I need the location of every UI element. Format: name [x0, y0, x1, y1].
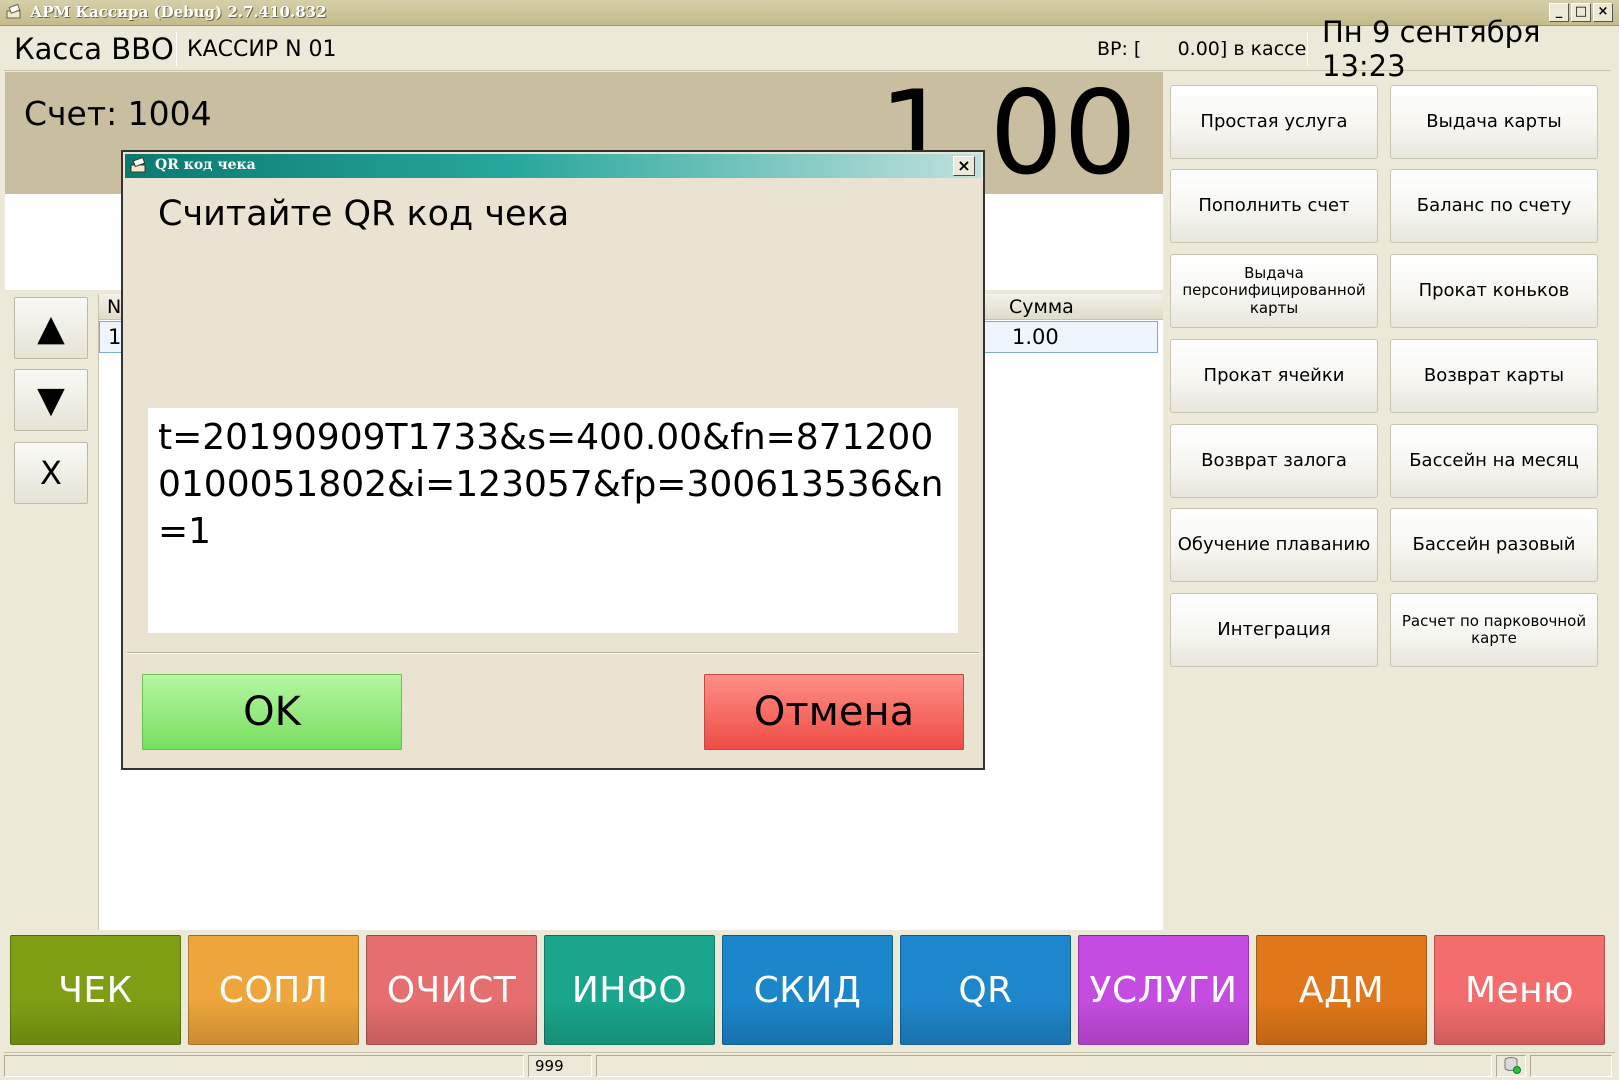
account-number: Счет: 1004: [24, 94, 212, 133]
dialog-close-button[interactable]: ×: [953, 156, 975, 176]
services-panel: Простая услуга Выдача карты Пополнить сч…: [1170, 80, 1602, 670]
service-top-up[interactable]: Пополнить счет: [1170, 169, 1378, 243]
menu-button[interactable]: Меню: [1434, 935, 1605, 1045]
check-button[interactable]: ЧЕК: [10, 935, 181, 1045]
row-number: 1: [108, 325, 122, 349]
service-locker-rental[interactable]: Прокат ячейки: [1170, 339, 1378, 413]
header-divider: [176, 32, 177, 66]
header-divider: [1307, 32, 1308, 66]
status-cell: [1496, 1055, 1526, 1077]
ok-button[interactable]: OK: [142, 674, 402, 750]
status-cell: [596, 1055, 1492, 1077]
service-swim-lessons[interactable]: Обучение плаванию: [1170, 508, 1378, 582]
service-pool-single[interactable]: Бассейн разовый: [1390, 508, 1598, 582]
service-skate-rental[interactable]: Прокат коньков: [1390, 254, 1598, 328]
status-bar: 999: [4, 1052, 1615, 1078]
status-cell: [4, 1055, 524, 1077]
scroll-down-button[interactable]: ▼: [14, 369, 88, 431]
delete-icon: X: [40, 454, 62, 492]
dialog-divider: [127, 652, 979, 654]
discount-button[interactable]: СКИД: [722, 935, 893, 1045]
kassa-name: Касса ВВО: [14, 32, 174, 66]
function-buttons: ЧЕК СОПЛ ОЧИСТ ИНФО СКИД QR УСЛУГИ АДМ М…: [10, 935, 1610, 1045]
service-card-return[interactable]: Возврат карты: [1390, 339, 1598, 413]
dialog-titlebar: QR код чека ×: [125, 154, 981, 178]
status-cell: [1530, 1055, 1612, 1077]
app-icon: [130, 157, 146, 173]
column-header-sum: Сумма: [1009, 296, 1074, 318]
info-button[interactable]: ИНФО: [544, 935, 715, 1045]
sopl-button[interactable]: СОПЛ: [188, 935, 359, 1045]
service-integration[interactable]: Интеграция: [1170, 593, 1378, 667]
services-button[interactable]: УСЛУГИ: [1078, 935, 1249, 1045]
qr-code-textbox[interactable]: t=20190909T1733&s=400.00&fn=871200010005…: [148, 408, 958, 633]
delete-row-button[interactable]: X: [14, 442, 88, 504]
qr-button[interactable]: QR: [900, 935, 1071, 1045]
app-icon: [6, 4, 21, 19]
service-card-issue[interactable]: Выдача карты: [1390, 85, 1598, 159]
cancel-button[interactable]: Отмена: [704, 674, 964, 750]
column-header-n: N: [107, 296, 122, 318]
clear-button[interactable]: ОЧИСТ: [366, 935, 537, 1045]
dialog-heading: Считайте QR код чека: [158, 194, 570, 234]
dialog-title: QR код чека: [155, 157, 256, 173]
service-balance[interactable]: Баланс по счету: [1390, 169, 1598, 243]
status-code: 999: [528, 1055, 592, 1077]
arrow-down-icon: ▼: [37, 379, 65, 421]
scroll-up-button[interactable]: ▲: [14, 297, 88, 359]
header-bar: Касса ВВО КАССИР N 01 ВР: [ 0.00] в касс…: [4, 15, 1610, 83]
service-pool-month[interactable]: Бассейн на месяц: [1390, 424, 1598, 498]
row-sum: 1.00: [1012, 325, 1059, 349]
qr-dialog: QR код чека × Считайте QR код чека I t=2…: [121, 150, 985, 770]
service-simple[interactable]: Простая услуга: [1170, 85, 1378, 159]
datetime: Пн 9 сентября 13:23: [1322, 15, 1541, 83]
service-personal-card[interactable]: Выдача персонифицированной карты: [1170, 254, 1378, 328]
admin-button[interactable]: АДМ: [1256, 935, 1427, 1045]
cashier-name: КАССИР N 01: [187, 36, 337, 62]
arrow-up-icon: ▲: [37, 307, 65, 349]
service-deposit-return[interactable]: Возврат залога: [1170, 424, 1378, 498]
service-parking-card[interactable]: Расчет по парковочной карте: [1390, 593, 1598, 667]
window-title: АРМ Кассира (Debug) 2.7.410.832: [30, 3, 327, 21]
database-icon: [1504, 1057, 1521, 1074]
cash-balance: ВР: [ 0.00] в кассе: [1097, 38, 1307, 60]
